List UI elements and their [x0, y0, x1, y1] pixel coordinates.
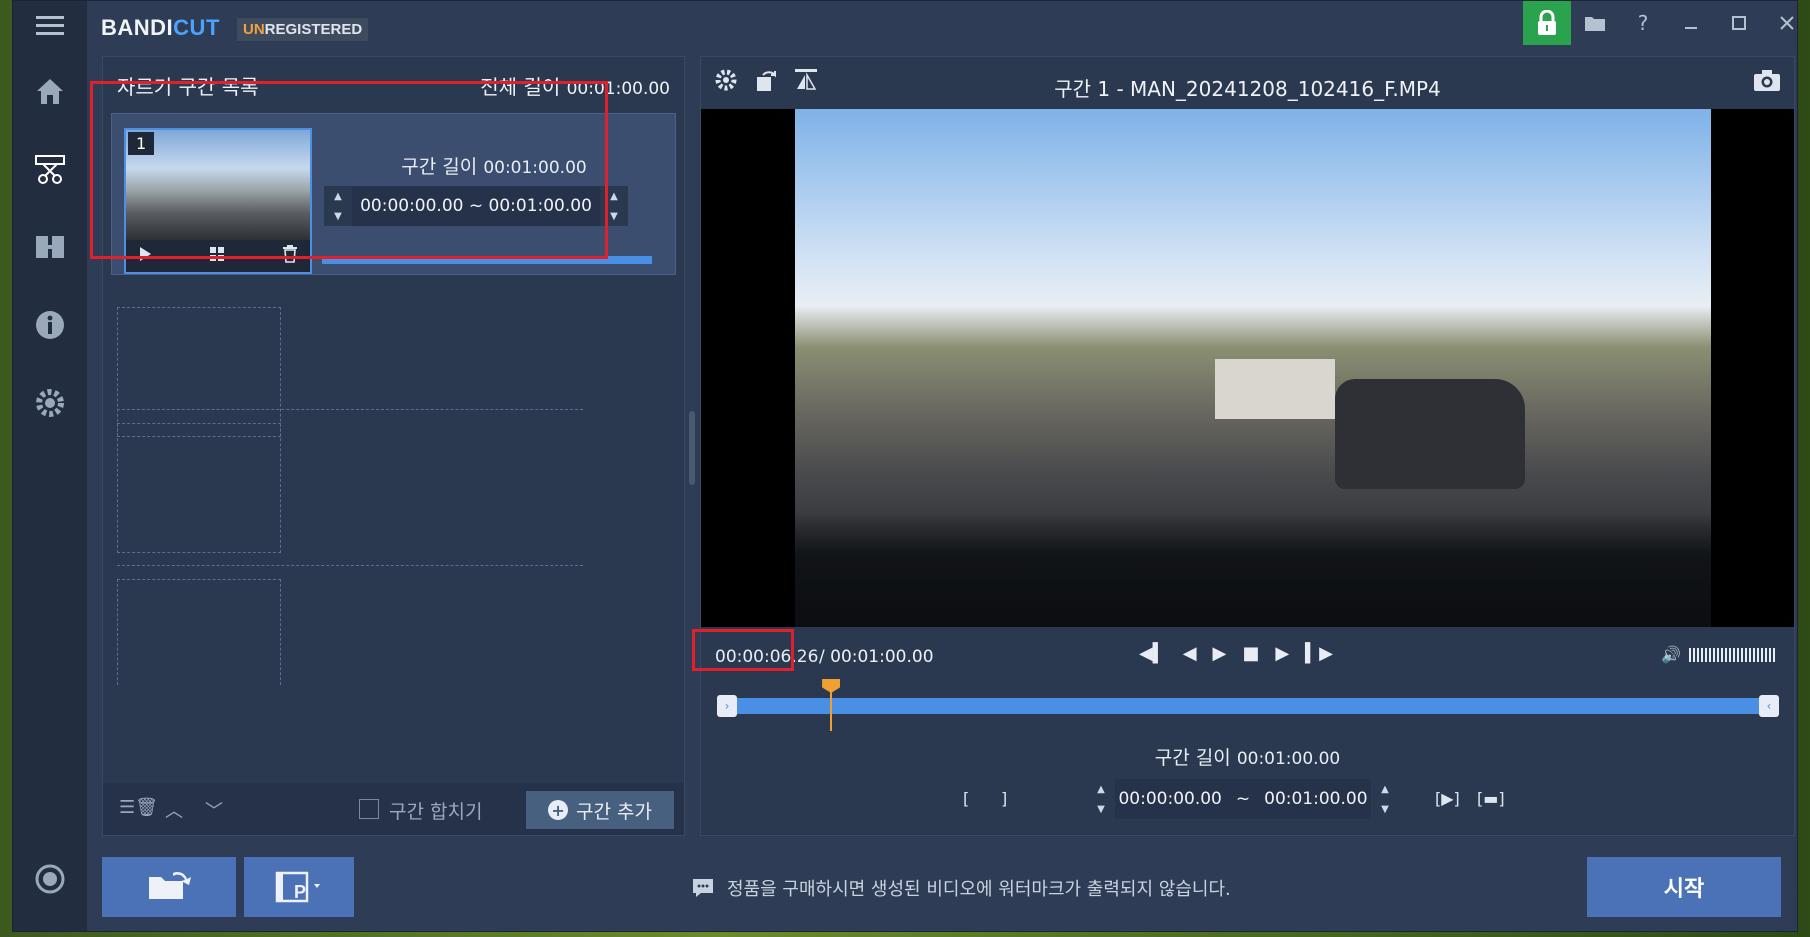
notice-text: 정품을 구매하시면 생성된 비디오에 워터마크가 출력되지 않습니다.: [727, 879, 1231, 900]
info-icon[interactable]: [30, 305, 70, 345]
settings-icon[interactable]: [30, 383, 70, 423]
preview-segment-icon[interactable]: [▬]: [1477, 789, 1505, 808]
end-spinner[interactable]: ▲ ▼: [1371, 779, 1399, 819]
set-end-icon[interactable]: ]: [1001, 789, 1007, 808]
add-circle-icon: +: [548, 800, 569, 820]
folder-icon[interactable]: [1571, 1, 1619, 45]
skip-end-icon[interactable]: ▍▶: [1305, 643, 1333, 664]
next-frame-icon[interactable]: ▶: [1275, 643, 1289, 664]
timeline-start-handle[interactable]: ›: [717, 695, 737, 717]
empty-segment-slot: [117, 579, 281, 685]
timeline-end-handle[interactable]: ‹: [1759, 695, 1779, 717]
spin-up-icon[interactable]: ▲: [1097, 784, 1105, 795]
start-button[interactable]: 시작: [1587, 857, 1781, 917]
camera-icon[interactable]: [1752, 67, 1782, 97]
sidebar: [13, 1, 87, 931]
play-icon[interactable]: ▶: [1213, 643, 1227, 664]
prev-frame-icon[interactable]: ◀: [1183, 643, 1197, 664]
set-start-icon[interactable]: [: [963, 789, 969, 808]
cut-icon[interactable]: [30, 149, 70, 189]
spin-down-icon[interactable]: ▼: [610, 211, 618, 222]
total-time: / 00:01:00.00: [819, 647, 934, 667]
stop-icon[interactable]: ■: [1242, 643, 1259, 664]
transport-controls: ◀▍ ◀ ▶ ■ ▶ ▍▶: [1139, 643, 1333, 664]
preview-range-field[interactable]: 00:00:00.00 ~00:01:00.00: [1115, 779, 1371, 819]
home-icon[interactable]: [30, 71, 70, 111]
spin-down-icon[interactable]: ▼: [1097, 804, 1105, 815]
empty-segment-slot: [117, 423, 281, 553]
panel-splitter[interactable]: [689, 411, 695, 485]
video-preview[interactable]: [701, 109, 1794, 627]
skip-start-icon[interactable]: ◀▍: [1139, 643, 1167, 664]
close-icon[interactable]: [1763, 1, 1810, 45]
maximize-icon[interactable]: [1715, 1, 1763, 45]
preview-range-editor: ▲ ▼ 00:00:00.00 ~00:01:00.00 ▲ ▼: [1087, 779, 1399, 819]
video-scene-car: [1335, 379, 1525, 489]
playhead-marker[interactable]: [822, 679, 841, 693]
help-icon[interactable]: ?: [1619, 1, 1667, 45]
volume-icon[interactable]: 🔊: [1661, 645, 1681, 664]
open-file-button[interactable]: [102, 857, 236, 917]
timeline-track[interactable]: › ‹: [717, 695, 1779, 717]
watermark-notice: 정품을 구매하시면 생성된 비디오에 워터마크가 출력되지 않습니다.: [691, 875, 1231, 901]
preview-panel: 구간 1 - MAN_20241208_102416_F.MP4 00:00:0…: [700, 56, 1795, 836]
merge-segments-label: 구간 합치기: [389, 801, 483, 823]
unregistered-badge: UNREGISTERED: [237, 18, 369, 41]
output-format-button[interactable]: P: [244, 857, 354, 917]
spin-up-icon[interactable]: ▲: [610, 191, 618, 202]
video-scene-tunnel: [1215, 359, 1335, 419]
add-segment-button[interactable]: + 구간 추가: [526, 791, 674, 829]
move-up-icon[interactable]: ︿: [165, 797, 183, 823]
play-segment-icon[interactable]: [▶]: [1435, 789, 1460, 808]
minimize-icon[interactable]: [1667, 1, 1715, 45]
segment-list-footer: ☰🗑 ︿ ﹀ 구간 합치기 + 구간 추가: [103, 783, 684, 835]
highlight-frame-segment: [90, 81, 608, 259]
preview-title: 구간 1 - MAN_20241208_102416_F.MP4: [1054, 77, 1441, 101]
title-bar: BANDICUT UNREGISTERED ?: [87, 1, 1797, 49]
message-icon: [693, 879, 713, 897]
move-down-icon[interactable]: ﹀: [205, 797, 223, 823]
preview-segment-length: 구간 길이 00:01:00.00: [1154, 747, 1341, 769]
video-frame: [795, 109, 1711, 627]
add-segment-label: 구간 추가: [576, 800, 652, 823]
menu-icon[interactable]: [30, 5, 70, 45]
spin-down-icon[interactable]: ▼: [1381, 804, 1389, 815]
delete-all-icon[interactable]: ☰🗑: [119, 797, 158, 818]
divider: [117, 409, 583, 410]
svg-text:P: P: [294, 882, 306, 902]
bottom-bar: P 정품을 구매하시면 생성된 비디오에 워터마크가 출력되지 않습니다. 시작: [87, 841, 1797, 933]
volume-slider[interactable]: [1688, 647, 1777, 662]
spin-up-icon[interactable]: ▲: [1381, 784, 1389, 795]
highlight-frame-time: [692, 629, 794, 671]
record-icon[interactable]: [30, 859, 70, 899]
bandicut-window: BANDICUT UNREGISTERED ? 자르기 구간 목록 전체 길이 …: [12, 0, 1798, 932]
app-logo: BANDICUT: [101, 15, 220, 40]
join-icon[interactable]: [30, 227, 70, 267]
empty-segment-slot: [117, 307, 281, 437]
volume-control[interactable]: 🔊: [1661, 645, 1777, 664]
start-spinner[interactable]: ▲ ▼: [1087, 779, 1115, 819]
merge-segments-checkbox[interactable]: [359, 799, 379, 819]
divider: [117, 565, 583, 566]
lock-icon[interactable]: [1523, 1, 1571, 45]
